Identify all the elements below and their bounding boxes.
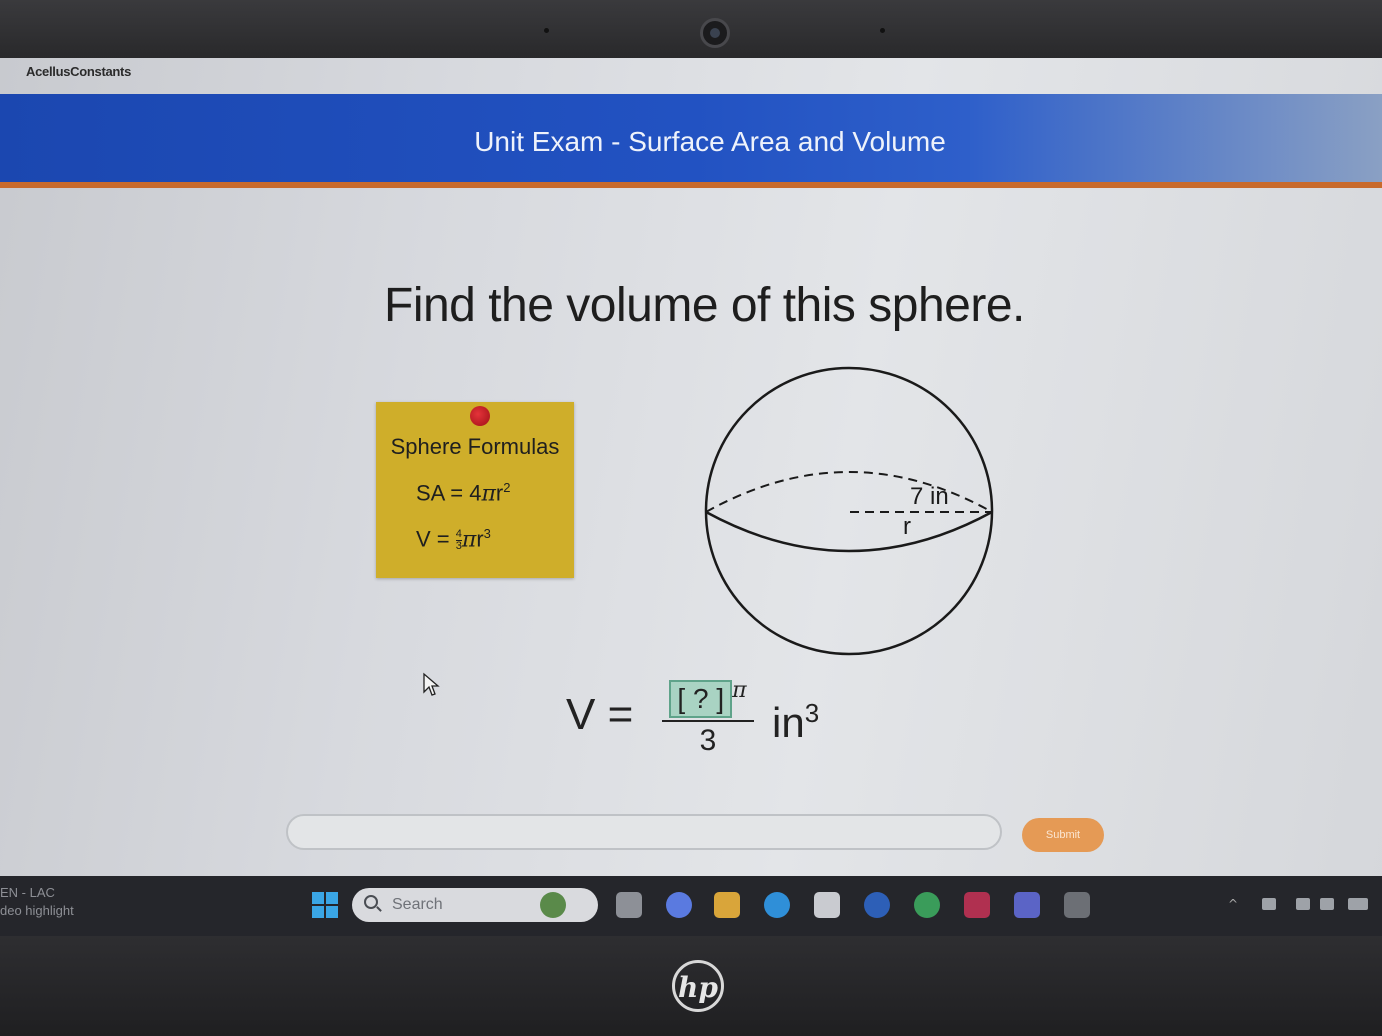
surface-area-formula: SA = 4πr2: [416, 480, 510, 506]
laptop-bezel-top: [0, 0, 1382, 58]
pi-symbol: π: [732, 678, 747, 703]
mouse-cursor-icon: [423, 672, 440, 696]
radius-var: r: [476, 526, 484, 552]
answer-placeholder-box[interactable]: [ ? ]: [669, 680, 733, 718]
taskbar-widget[interactable]: EN - LAC deo highlight: [0, 884, 74, 920]
submit-button[interactable]: Submit: [1022, 818, 1104, 852]
store-icon[interactable]: [814, 892, 840, 918]
battery-icon[interactable]: [1348, 898, 1368, 910]
exponent: 2: [503, 480, 511, 495]
teams-icon[interactable]: [1014, 892, 1040, 918]
expression-numerator: [ ? ] π: [662, 678, 754, 722]
bezel-sensor: [544, 28, 549, 33]
radius-label: 7 in: [910, 483, 949, 510]
answer-input[interactable]: [286, 814, 1002, 850]
pi-symbol: π: [461, 527, 477, 553]
v-lhs: V =: [416, 526, 456, 552]
equator-back: [705, 471, 993, 513]
widgets-icon[interactable]: [540, 892, 566, 918]
sphere-outline: [704, 366, 994, 656]
expression-fraction: [ ? ] π 3: [662, 678, 754, 758]
expression-unit: in3: [772, 698, 819, 747]
taskbar-widget-line2: deo highlight: [0, 903, 74, 918]
taskbar-search-placeholder: Search: [392, 896, 443, 913]
windows-start-icon[interactable]: [312, 892, 338, 918]
volume-formula: V = 4 3 πr3: [416, 526, 491, 552]
sphere-diagram: 7 in r: [704, 366, 994, 656]
exponent: 3: [483, 526, 491, 541]
radius-var-label: r: [903, 513, 911, 540]
unit-text: in: [772, 699, 805, 746]
search-icon: [364, 895, 378, 909]
exam-header: Unit Exam - Surface Area and Volume: [0, 94, 1382, 188]
hp-logo: hp: [672, 960, 724, 1012]
chevron-up-icon[interactable]: ^: [1228, 898, 1242, 910]
laptop-bezel-bottom: hp: [0, 936, 1382, 1036]
exam-title: Unit Exam - Surface Area and Volume: [474, 126, 946, 157]
file-explorer-icon[interactable]: [714, 892, 740, 918]
formula-card-title: Sphere Formulas: [390, 434, 560, 459]
app-brand: AcellusConstants: [26, 64, 132, 79]
equator-front: [705, 510, 993, 553]
sa-lhs: SA = 4: [416, 480, 482, 506]
wifi-icon[interactable]: [1296, 898, 1310, 910]
pi-symbol: π: [481, 481, 496, 507]
task-view-icon[interactable]: [616, 892, 642, 918]
taskbar-widget-line1: EN - LAC: [0, 885, 55, 900]
copilot-icon[interactable]: [666, 892, 692, 918]
hp-support-icon[interactable]: [864, 892, 890, 918]
question-text: Find the volume of this sphere.: [384, 279, 1025, 332]
expression-denominator: 3: [699, 724, 717, 757]
mcafee-icon[interactable]: [964, 892, 990, 918]
volume-icon[interactable]: [1320, 898, 1334, 910]
pushpin-icon: [470, 406, 490, 426]
expression-lhs: V =: [566, 690, 634, 739]
webcam: [700, 18, 730, 48]
network-icon[interactable]: [1262, 898, 1276, 910]
formula-card: Sphere Formulas SA = 4πr2 V = 4 3 πr3: [376, 402, 574, 578]
bezel-sensor: [880, 28, 885, 33]
screen: AcellusConstants Unit Exam - Surface Are…: [0, 58, 1382, 936]
unit-exponent: 3: [804, 698, 820, 728]
edge-icon[interactable]: [764, 892, 790, 918]
pen-icon[interactable]: [1064, 892, 1090, 918]
taskbar: EN - LAC deo highlight Search ^: [0, 876, 1382, 936]
chrome-icon[interactable]: [914, 892, 940, 918]
